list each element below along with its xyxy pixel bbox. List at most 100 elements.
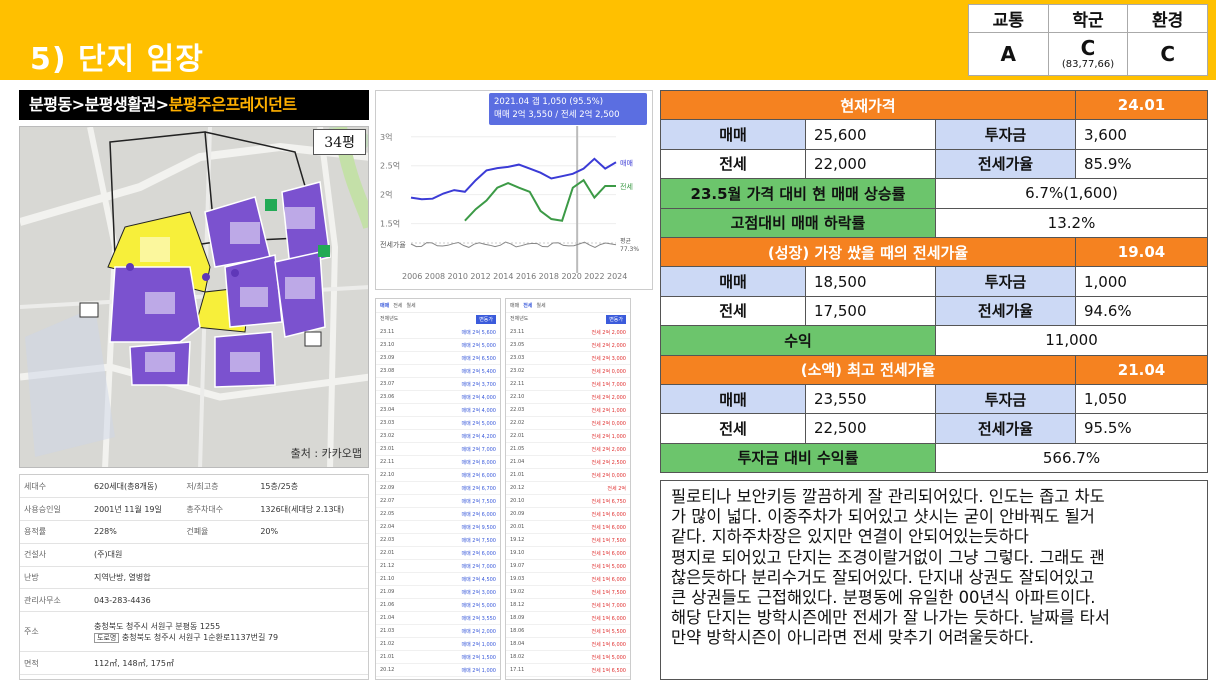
list-item[interactable]: 17.11 전세 1억 6,500 bbox=[506, 664, 630, 677]
list-item[interactable]: 22.11 매매 2억 8,000 bbox=[376, 456, 500, 469]
list-item[interactable]: 19.03 전세 1억 6,000 bbox=[506, 573, 630, 586]
list-item[interactable]: 21.01 매매 2억 1,500 bbox=[376, 651, 500, 664]
list-item[interactable]: 20.10 전세 1억 6,750 bbox=[506, 495, 630, 508]
sale-list-button[interactable]: 변동가 bbox=[476, 315, 496, 324]
list-item[interactable]: 21.03 매매 2억 2,000 bbox=[376, 625, 500, 638]
jeonse-tab-1[interactable]: 전세 bbox=[523, 302, 532, 309]
list-item[interactable]: 22.04 매매 2억 9,500 bbox=[376, 521, 500, 534]
list-item[interactable]: 19.07 전세 1억 5,000 bbox=[506, 560, 630, 573]
list-item[interactable]: 21.09 매매 2억 3,000 bbox=[376, 586, 500, 599]
list-item[interactable]: 23.04 매매 2억 4,000 bbox=[376, 404, 500, 417]
invest-label: 투자금 bbox=[935, 266, 1076, 297]
list-item[interactable]: 20.12 매매 2억 1,000 bbox=[376, 664, 500, 677]
sale-label: 매매 bbox=[660, 383, 806, 415]
list-item-price: 전세 2억 2,000 bbox=[591, 446, 626, 453]
list-item[interactable]: 19.10 전세 1억 6,000 bbox=[506, 547, 630, 560]
list-item-date: 23.02 bbox=[510, 368, 525, 374]
list-item[interactable]: 21.10 매매 2억 4,500 bbox=[376, 573, 500, 586]
list-item[interactable]: 23.06 매매 2억 4,000 bbox=[376, 391, 500, 404]
list-item[interactable]: 22.03 전세 2억 1,000 bbox=[506, 404, 630, 417]
list-item[interactable]: 19.12 전세 1억 7,500 bbox=[506, 534, 630, 547]
peak-jeonse: 22,500 bbox=[805, 413, 936, 444]
list-item[interactable]: 22.07 매매 2억 7,500 bbox=[376, 495, 500, 508]
growth-sale: 18,500 bbox=[805, 266, 936, 297]
sale-tab-2[interactable]: 월세 bbox=[406, 302, 415, 309]
list-item[interactable]: 19.02 전세 1억 7,500 bbox=[506, 586, 630, 599]
list-item[interactable]: 23.03 매매 2억 5,000 bbox=[376, 417, 500, 430]
sale-transaction-list[interactable]: 매매 전세 월세 전체년도 변동가 23.11 매매 2억 5,600 23.10 매매 … bbox=[375, 298, 501, 680]
list-item-date: 22.03 bbox=[380, 537, 395, 543]
info-key: 총주차대수 bbox=[182, 497, 257, 522]
list-item[interactable]: 23.01 매매 2억 7,000 bbox=[376, 443, 500, 456]
list-item-date: 22.01 bbox=[510, 433, 525, 439]
jeonse-transaction-list[interactable]: 매매 전세 월세 전체년도 변동가 23.11 전세 2억 2,000 23.05 전세 … bbox=[505, 298, 631, 680]
list-item[interactable]: 21.12 매매 2억 7,000 bbox=[376, 560, 500, 573]
x-tick-label: 2014 bbox=[493, 272, 513, 281]
list-item[interactable]: 20.09 전세 1억 6,000 bbox=[506, 508, 630, 521]
invest-label: 투자금 bbox=[935, 119, 1076, 150]
list-item[interactable]: 22.09 매매 2억 6,700 bbox=[376, 482, 500, 495]
list-item-price: 전세 1억 5,000 bbox=[591, 654, 626, 661]
info-key: 사용승인일 bbox=[20, 497, 90, 522]
info-key: 면적 bbox=[20, 651, 90, 676]
list-item[interactable]: 22.05 매매 2억 6,000 bbox=[376, 508, 500, 521]
list-item[interactable]: 23.05 전세 2억 2,000 bbox=[506, 339, 630, 352]
info-key: 세대수 bbox=[20, 475, 90, 499]
list-item[interactable]: 22.02 전세 2억 0,000 bbox=[506, 417, 630, 430]
list-item[interactable]: 22.01 전세 2억 1,000 bbox=[506, 430, 630, 443]
list-item[interactable]: 18.12 전세 1억 7,000 bbox=[506, 599, 630, 612]
list-item[interactable]: 21.04 매매 2억 3,550 bbox=[376, 612, 500, 625]
jeonse-list-filter[interactable]: 전체년도 bbox=[510, 315, 528, 324]
list-item[interactable]: 20.01 전세 1억 6,000 bbox=[506, 521, 630, 534]
list-item-price: 전세 1억 6,000 bbox=[591, 641, 626, 648]
list-item[interactable]: 23.02 매매 2억 4,200 bbox=[376, 430, 500, 443]
jeonse-tab-2[interactable]: 월세 bbox=[536, 302, 545, 309]
jeonse-tab-0[interactable]: 매매 bbox=[510, 302, 519, 309]
list-item[interactable]: 23.10 매매 2억 5,000 bbox=[376, 339, 500, 352]
list-item-price: 전세 2억 bbox=[607, 485, 626, 492]
list-item[interactable]: 21.06 매매 2억 5,000 bbox=[376, 599, 500, 612]
list-item[interactable]: 22.01 매매 2억 6,000 bbox=[376, 547, 500, 560]
list-item[interactable]: 22.11 전세 1억 7,000 bbox=[506, 378, 630, 391]
jeonse-list-tabs: 매매 전세 월세 bbox=[506, 299, 630, 313]
list-item[interactable]: 23.02 전세 2억 0,000 bbox=[506, 365, 630, 378]
jeonse-list-rows: 23.11 전세 2억 2,000 23.05 전세 2억 2,000 23.03 전세 … bbox=[506, 326, 630, 677]
jeonse-list-button[interactable]: 변동가 bbox=[606, 315, 626, 324]
sale-list-filter[interactable]: 전체년도 bbox=[380, 315, 398, 324]
complex-map[interactable]: 34평 출처 : 카카오맵 bbox=[19, 126, 369, 468]
price-chart[interactable]: 3억 2.5억 2억 1.5억 매매 전세 전세가율 평균 77.3% 2006 2008 2010 2… bbox=[375, 90, 653, 290]
list-item-date: 21.10 bbox=[380, 576, 395, 582]
current-price-label: 현재가격 bbox=[660, 89, 1076, 121]
list-item[interactable]: 23.07 매매 2억 3,700 bbox=[376, 378, 500, 391]
list-item[interactable]: 23.03 전세 2억 3,000 bbox=[506, 352, 630, 365]
y-tick-label: 1.5억 bbox=[380, 219, 400, 229]
list-item[interactable]: 20.12 전세 2억 bbox=[506, 482, 630, 495]
list-item[interactable]: 22.03 매매 2억 7,500 bbox=[376, 534, 500, 547]
info-key: 건설사 bbox=[20, 543, 90, 567]
list-item[interactable]: 21.05 전세 2억 2,000 bbox=[506, 443, 630, 456]
list-item[interactable]: 21.01 전세 2억 0,000 bbox=[506, 469, 630, 482]
list-item[interactable]: 18.06 전세 1억 5,500 bbox=[506, 625, 630, 638]
info-key: 건폐율 bbox=[182, 520, 257, 544]
info-address-lot: 충청북도 청주시 서원구 분평동 1255 bbox=[94, 621, 221, 631]
memo-line: 해당 단지는 방학시즌에만 전세가 잘 나가는 듯하다. 날짜를 타서 bbox=[671, 608, 1110, 628]
list-item-price: 매매 2억 6,000 bbox=[461, 472, 496, 479]
sale-tab-1[interactable]: 전세 bbox=[393, 302, 402, 309]
list-item[interactable]: 18.04 전세 1억 6,000 bbox=[506, 638, 630, 651]
list-item[interactable]: 21.04 전세 2억 2,500 bbox=[506, 456, 630, 469]
list-item-date: 20.10 bbox=[510, 498, 525, 504]
list-item[interactable]: 18.02 전세 1억 5,000 bbox=[506, 651, 630, 664]
list-item[interactable]: 18.09 전세 1억 6,000 bbox=[506, 612, 630, 625]
x-tick-label: 2024 bbox=[607, 272, 627, 281]
list-item[interactable]: 23.09 매매 2억 6,500 bbox=[376, 352, 500, 365]
list-item[interactable]: 22.10 매매 2억 6,000 bbox=[376, 469, 500, 482]
list-item[interactable]: 23.11 전세 2억 2,000 bbox=[506, 326, 630, 339]
x-tick-label: 2020 bbox=[561, 272, 581, 281]
sale-tab-0[interactable]: 매매 bbox=[380, 302, 389, 309]
list-item[interactable]: 22.10 전세 2억 2,000 bbox=[506, 391, 630, 404]
list-item[interactable]: 23.11 매매 2억 5,600 bbox=[376, 326, 500, 339]
profit-label: 수익 bbox=[660, 325, 936, 356]
list-item[interactable]: 23.08 매매 2억 5,400 bbox=[376, 365, 500, 378]
list-item-date: 23.07 bbox=[380, 381, 395, 387]
list-item[interactable]: 21.02 매매 2억 1,000 bbox=[376, 638, 500, 651]
